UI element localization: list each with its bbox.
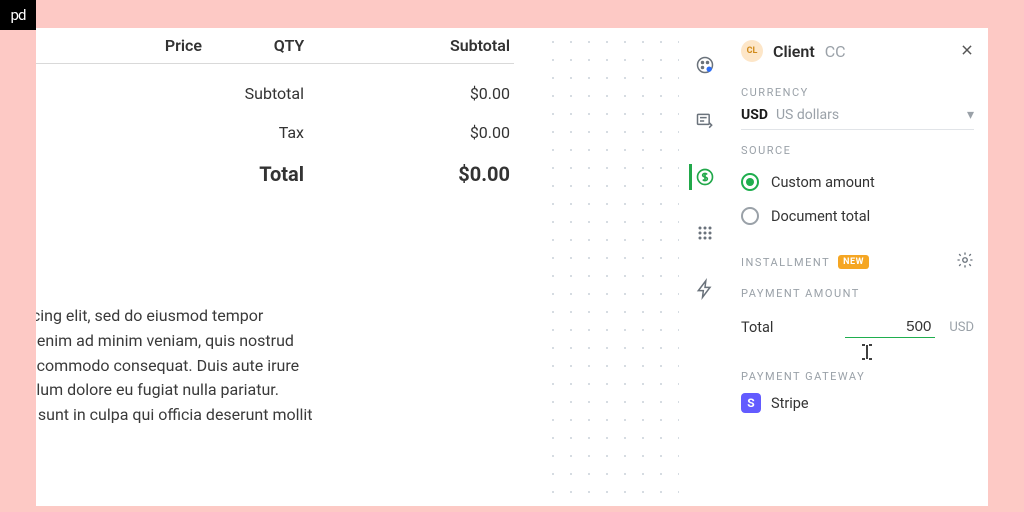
source-custom-amount[interactable]: Custom amount bbox=[741, 165, 974, 199]
payment-icon[interactable] bbox=[689, 164, 715, 190]
client-label: Client bbox=[773, 42, 815, 61]
price-table-header: Price QTY Subtotal bbox=[36, 28, 514, 64]
canvas-gutter bbox=[539, 28, 679, 506]
radio-icon bbox=[741, 207, 759, 225]
payment-amount-label: PAYMENT AMOUNT bbox=[741, 287, 974, 300]
summary-value: $0.00 bbox=[364, 162, 514, 186]
stripe-icon: S bbox=[741, 393, 761, 413]
tool-rail bbox=[679, 28, 727, 506]
app-logo: pd bbox=[0, 0, 36, 30]
gear-icon[interactable] bbox=[956, 251, 974, 273]
palette-icon[interactable] bbox=[689, 52, 715, 78]
new-badge: NEW bbox=[838, 255, 869, 269]
apps-icon[interactable] bbox=[689, 220, 715, 246]
col-qty: QTY bbox=[214, 36, 364, 55]
currency-section-label: CURRENCY bbox=[741, 86, 974, 99]
amount-currency: USD bbox=[949, 320, 974, 335]
price-summary: Subtotal $0.00 Tax $0.00 Total $0.00 bbox=[36, 74, 514, 196]
radio-label: Custom amount bbox=[771, 174, 875, 191]
payment-amount-row: Total USD bbox=[741, 308, 974, 342]
summary-row-total: Total $0.00 bbox=[36, 152, 514, 196]
editor-canvas: Price QTY Subtotal Subtotal $0.00 Tax $0… bbox=[36, 28, 988, 506]
body-paragraph[interactable]: nsectetur adipiscing elit, sed do eiusmo… bbox=[36, 304, 514, 428]
col-subtotal: Subtotal bbox=[364, 36, 514, 55]
client-sub: CC bbox=[825, 42, 846, 61]
summary-label: Subtotal bbox=[36, 84, 364, 103]
radio-label: Document total bbox=[771, 208, 870, 225]
bolt-icon[interactable] bbox=[689, 276, 715, 302]
source-document-total[interactable]: Document total bbox=[741, 199, 974, 233]
pane-header: CL Client CC bbox=[741, 28, 974, 76]
close-icon[interactable] bbox=[960, 42, 974, 61]
radio-icon bbox=[741, 173, 759, 191]
currency-select[interactable]: USD US dollars ▾ bbox=[741, 107, 974, 130]
summary-row: Tax $0.00 bbox=[36, 113, 514, 152]
summary-value: $0.00 bbox=[364, 123, 514, 142]
installment-section: INSTALLMENT NEW bbox=[741, 251, 974, 273]
properties-pane: CL Client CC CURRENCY USD US dollars ▾ S… bbox=[727, 28, 988, 506]
source-section-label: SOURCE bbox=[741, 144, 974, 157]
amount-input[interactable] bbox=[845, 316, 935, 338]
total-label: Total bbox=[741, 319, 773, 336]
installment-label: INSTALLMENT bbox=[741, 256, 830, 269]
summary-label: Tax bbox=[36, 123, 364, 142]
summary-row: Subtotal $0.00 bbox=[36, 74, 514, 113]
chevron-down-icon: ▾ bbox=[967, 107, 974, 123]
currency-name: US dollars bbox=[776, 107, 839, 123]
currency-code: USD bbox=[741, 107, 768, 123]
richtext-icon[interactable] bbox=[689, 108, 715, 134]
summary-label: Total bbox=[36, 162, 364, 186]
gateway-section-label: PAYMENT GATEWAY bbox=[741, 370, 974, 383]
document-content: Price QTY Subtotal Subtotal $0.00 Tax $0… bbox=[36, 28, 526, 479]
summary-value: $0.00 bbox=[364, 84, 514, 103]
gateway-name: Stripe bbox=[771, 395, 809, 412]
client-avatar: CL bbox=[741, 40, 763, 62]
gateway-option-stripe[interactable]: S Stripe bbox=[741, 393, 974, 413]
col-price: Price bbox=[36, 36, 214, 55]
